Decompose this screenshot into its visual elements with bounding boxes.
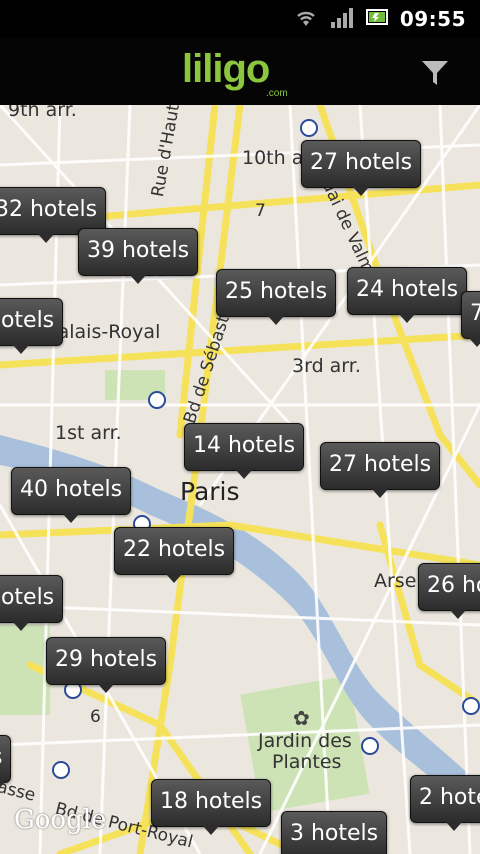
wifi-icon [294, 6, 318, 32]
hotel-cluster-pin[interactable]: 26 ho [418, 563, 480, 619]
hotel-cluster-pin[interactable]: 27 hotels [301, 140, 422, 196]
area-label-9th: 9th arr. [8, 105, 77, 121]
google-watermark: Google [14, 805, 107, 835]
hotel-cluster-pin[interactable]: 29 hotels [46, 637, 167, 693]
svg-text:liligo: liligo [182, 48, 269, 91]
hotel-cluster-pin[interactable]: 24 hotels [347, 267, 468, 323]
app-bar: liligo .com [0, 38, 480, 106]
area-label-1st: 1st arr. [55, 422, 122, 444]
hotel-cluster-pin[interactable]: 2 hote [410, 775, 480, 831]
metro-icon [148, 391, 166, 409]
battery-icon [365, 8, 388, 30]
area-label-3rd: 3rd arr. [292, 355, 361, 377]
hotel-cluster-pin[interactable]: 25 hotels [216, 269, 337, 325]
hotel-cluster-pin[interactable]: 18 hotels [151, 779, 272, 835]
hotel-cluster-pin[interactable]: hotels [0, 575, 64, 631]
metro-icon [300, 119, 318, 137]
road-number-6b: 6 [90, 707, 101, 727]
metro-icon [462, 697, 480, 715]
svg-text:.com: .com [266, 88, 288, 98]
hotel-cluster-pin[interactable]: 7 [461, 291, 480, 347]
filter-icon [420, 61, 450, 92]
filter-button[interactable] [420, 58, 450, 88]
park-label-jardin: Jardin des [258, 730, 352, 752]
status-time: 09:55 [399, 7, 466, 31]
park-flower-icon: ✿ [293, 706, 310, 730]
liligo-logo: liligo .com [180, 47, 300, 99]
hotel-cluster-pin[interactable]: 14 hotels [184, 423, 305, 479]
hotel-cluster-pin[interactable]: s [0, 735, 12, 791]
hotel-cluster-pin[interactable]: 27 hotels [320, 442, 441, 498]
hotel-cluster-pin[interactable]: 40 hotels [11, 467, 132, 523]
metro-icon [361, 737, 379, 755]
hotel-cluster-pin[interactable]: 22 hotels [114, 527, 235, 583]
park-label-plantes: Plantes [272, 751, 342, 773]
hotel-cluster-pin[interactable]: 39 hotels [78, 228, 199, 284]
signal-icon [330, 6, 354, 32]
hotel-cluster-pin[interactable]: hotels [0, 298, 64, 354]
hotel-cluster-pin[interactable]: 3 hotels [281, 811, 388, 854]
status-bar: 09:55 [0, 0, 480, 38]
metro-icon [52, 761, 70, 779]
area-label-palais-royal: Palais-Royal [47, 321, 161, 343]
road-number-7: 7 [255, 201, 266, 221]
hotel-map[interactable]: 10th ar 9th arr. Palais-Royal 3rd arr. 1… [0, 105, 480, 854]
city-label-paris: Paris [180, 477, 240, 506]
